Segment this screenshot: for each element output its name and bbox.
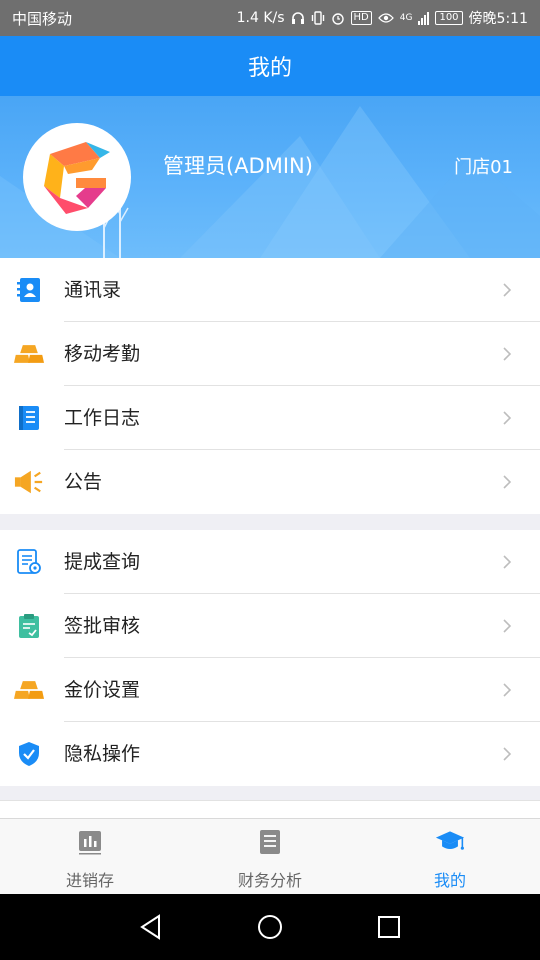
- menu-item-announcement[interactable]: 公告: [0, 450, 540, 514]
- battery-indicator: 100: [435, 11, 463, 25]
- menu-label: 工作日志: [64, 407, 141, 429]
- megaphone-icon: [14, 468, 44, 496]
- carrier-label: 中国移动: [12, 9, 73, 28]
- chevron-right-icon: [503, 747, 512, 761]
- app-logo-icon: [44, 142, 110, 214]
- system-nav-bar: [0, 894, 540, 960]
- profile-header[interactable]: 管理员(ADMIN) 门店01: [0, 96, 540, 258]
- graduation-cap-icon: [435, 827, 465, 857]
- page-title: 我的: [247, 56, 292, 81]
- menu-label: 移动考勤: [64, 343, 141, 365]
- menu-group-partial: [0, 800, 540, 818]
- menu-item-attendance[interactable]: 移动考勤: [0, 322, 540, 386]
- clipboard-check-icon: [14, 612, 44, 640]
- chevron-right-icon: [503, 411, 512, 425]
- home-icon[interactable]: [257, 914, 283, 940]
- gold-bars-icon: [14, 676, 44, 704]
- alarm-icon: [331, 13, 344, 25]
- chevron-right-icon: [503, 555, 512, 569]
- menu-label: 提成查询: [64, 551, 141, 573]
- bottom-nav: 进销存 财务分析 我的: [0, 818, 540, 894]
- username: 管理员(ADMIN): [163, 154, 313, 178]
- menu-item-approval[interactable]: 签批审核: [0, 594, 540, 658]
- network-type: 4G: [399, 13, 413, 23]
- document-search-icon: [14, 548, 44, 576]
- menu-label: 通讯录: [64, 279, 122, 301]
- avatar[interactable]: [23, 123, 131, 231]
- chevron-right-icon: [503, 475, 512, 489]
- signal-icon: [418, 11, 430, 25]
- contacts-icon: [14, 276, 44, 304]
- chevron-right-icon: [503, 683, 512, 697]
- menu-item-gold-price[interactable]: 金价设置: [0, 658, 540, 722]
- menu-item-commission[interactable]: 提成查询: [0, 530, 540, 594]
- shield-check-icon: [14, 740, 44, 768]
- menu-group-business: 提成查询 签批审核 金价设置 隐私操作: [0, 530, 540, 786]
- menu-item-work-log[interactable]: 工作日志: [0, 386, 540, 450]
- menu-label: 隐私操作: [64, 743, 141, 765]
- chevron-right-icon: [503, 347, 512, 361]
- report-icon: [255, 827, 285, 857]
- eye-icon: [377, 13, 394, 23]
- nav-label: 我的: [433, 871, 466, 890]
- nav-tab-mine[interactable]: 我的: [360, 819, 540, 894]
- menu-label: 金价设置: [64, 679, 141, 701]
- chevron-right-icon: [503, 283, 512, 297]
- nav-label: 财务分析: [237, 871, 302, 890]
- menu-label: 公告: [64, 471, 103, 493]
- nav-tab-finance[interactable]: 财务分析: [180, 819, 360, 894]
- nav-tab-inventory[interactable]: 进销存: [0, 819, 180, 894]
- chevron-right-icon: [503, 619, 512, 633]
- clock: 傍晚5:11: [468, 11, 528, 27]
- menu-item-privacy[interactable]: 隐私操作: [0, 722, 540, 786]
- menu-group-general: 通讯录 移动考勤 工作日志 公告: [0, 258, 540, 514]
- gold-bars-icon: [14, 340, 44, 368]
- vibrate-icon: [311, 11, 324, 25]
- notebook-icon: [14, 404, 44, 432]
- network-speed: 1.4 K/s: [236, 10, 285, 26]
- status-bar: 中国移动 1.4 K/s HD 4G 100 傍晚5:11: [0, 0, 540, 36]
- menu-label: 签批审核: [64, 615, 141, 637]
- title-bar: 我的: [0, 36, 540, 96]
- recents-icon[interactable]: [377, 915, 401, 939]
- status-indicators: 1.4 K/s HD 4G 100 傍晚5:11: [237, 8, 528, 28]
- menu-item-contacts[interactable]: 通讯录: [0, 258, 540, 322]
- headphones-icon: [291, 12, 304, 24]
- nav-label: 进销存: [65, 871, 114, 890]
- store-name: 门店01: [454, 157, 513, 178]
- hd-badge: HD: [350, 11, 372, 25]
- bar-chart-icon: [75, 827, 105, 857]
- back-icon[interactable]: [139, 914, 163, 940]
